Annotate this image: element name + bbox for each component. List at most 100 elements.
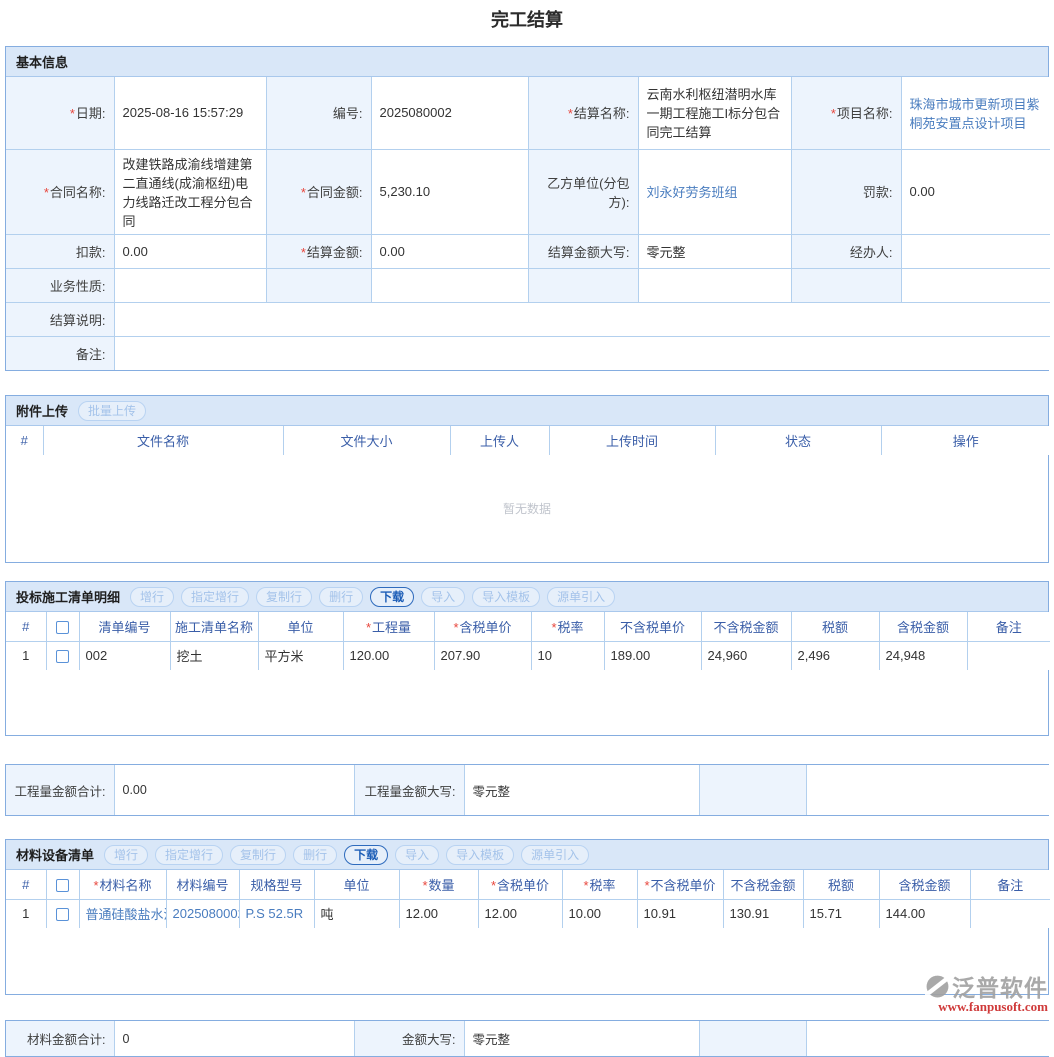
row-index: 1 xyxy=(6,641,46,670)
col-price-with-tax: *含税单价 xyxy=(478,870,562,899)
required-mark: * xyxy=(644,878,649,893)
remark-value[interactable] xyxy=(114,336,1050,370)
col-status: 状态 xyxy=(715,426,881,455)
settlement-amount-value[interactable]: 0.00 xyxy=(371,234,528,268)
add-row-button[interactable]: 增行 xyxy=(130,587,174,607)
deduction-label: 扣款: xyxy=(6,234,114,268)
section-attachments: 附件上传 批量上传 # 文件名称 文件大小 上传人 上传时间 状态 操作 暂无数… xyxy=(5,395,1049,563)
col-amount-without-tax: 不含税金额 xyxy=(723,870,803,899)
project-name-link[interactable]: 珠海市城市更新项目紫桐苑安置点设计项目 xyxy=(901,77,1050,149)
quantity-caps-value: 零元整 xyxy=(464,765,699,815)
quantity-cell[interactable]: 120.00 xyxy=(343,641,434,670)
delete-row-button[interactable]: 删行 xyxy=(293,845,337,865)
copy-row-button[interactable]: 复制行 xyxy=(256,587,312,607)
col-list-no: 清单编号 xyxy=(79,612,170,641)
contract-amount-value[interactable]: 5,230.10 xyxy=(371,149,528,234)
operator-value[interactable] xyxy=(901,234,1050,268)
party-b-label: 乙方单位(分包方): xyxy=(528,149,638,234)
quantity-cell[interactable]: 12.00 xyxy=(399,899,478,928)
business-nature-value[interactable] xyxy=(114,268,266,302)
material-code-link[interactable]: 2025080002 xyxy=(166,899,239,928)
col-index: # xyxy=(6,612,46,641)
row-index: 1 xyxy=(6,899,46,928)
operator-label: 经办人: xyxy=(791,234,901,268)
required-mark: * xyxy=(583,878,588,893)
empty-label-cell xyxy=(699,1021,806,1056)
date-label: *日期: xyxy=(6,77,114,149)
material-name-link[interactable]: 普通硅酸盐水泥 xyxy=(79,899,166,928)
tax-rate-cell[interactable]: 10.00 xyxy=(562,899,637,928)
price-with-tax-cell[interactable]: 12.00 xyxy=(478,899,562,928)
penalty-value[interactable]: 0.00 xyxy=(901,149,1050,234)
price-without-tax-cell[interactable]: 10.91 xyxy=(637,899,723,928)
col-index: # xyxy=(6,870,46,899)
select-all-checkbox[interactable] xyxy=(56,879,69,892)
batch-upload-button[interactable]: 批量上传 xyxy=(78,401,146,421)
import-template-button[interactable]: 导入模板 xyxy=(446,845,514,865)
list-name-cell[interactable]: 挖土 xyxy=(170,641,258,670)
contract-name-value[interactable]: 改建铁路成渝线增建第二直通线(成渝枢纽)电力线路迁改工程分包合同 xyxy=(114,149,266,234)
row-checkbox[interactable] xyxy=(56,650,69,663)
section-basic-info: 基本信息 *日期: 2025-08-16 15:57:29 编号: 202508… xyxy=(5,46,1049,371)
tax-rate-cell[interactable]: 10 xyxy=(531,641,604,670)
unit-cell[interactable]: 吨 xyxy=(314,899,399,928)
settlement-note-value[interactable] xyxy=(114,302,1050,336)
section-materials: 材料设备清单 增行 指定增行 复制行 删行 下载 导入 导入模板 源单引入 # … xyxy=(5,839,1049,995)
business-nature-label: 业务性质: xyxy=(6,268,114,302)
row-checkbox[interactable] xyxy=(56,908,69,921)
number-value[interactable]: 2025080002 xyxy=(371,77,528,149)
import-template-button[interactable]: 导入模板 xyxy=(472,587,540,607)
col-unit: 单位 xyxy=(258,612,343,641)
price-with-tax-cell[interactable]: 207.90 xyxy=(434,641,531,670)
materials-table: # *材料名称 材料编号 规格型号 单位 *数量 *含税单价 *税率 *不含税单… xyxy=(6,870,1050,928)
price-without-tax-cell[interactable]: 189.00 xyxy=(604,641,701,670)
table-row: 1 002 挖土 平方米 120.00 207.90 10 189.00 24,… xyxy=(6,641,1050,670)
col-tax-amount: 税额 xyxy=(803,870,879,899)
settlement-amount-label: *结算金额: xyxy=(266,234,371,268)
tax-amount-cell: 2,496 xyxy=(791,641,879,670)
add-row-button[interactable]: 增行 xyxy=(104,845,148,865)
date-value[interactable]: 2025-08-16 15:57:29 xyxy=(114,77,266,149)
remark-cell[interactable] xyxy=(970,899,1050,928)
col-actions: 操作 xyxy=(881,426,1050,455)
remark-cell[interactable] xyxy=(967,641,1050,670)
col-spec: 规格型号 xyxy=(239,870,314,899)
download-button[interactable]: 下载 xyxy=(370,587,414,607)
empty-value-cell xyxy=(638,268,791,302)
settlement-note-label: 结算说明: xyxy=(6,302,114,336)
unit-cell[interactable]: 平方米 xyxy=(258,641,343,670)
list-no-cell[interactable]: 002 xyxy=(79,641,170,670)
download-button[interactable]: 下载 xyxy=(344,845,388,865)
quantity-totals-table: 工程量金额合计: 0.00 工程量金额大写: 零元整 xyxy=(6,765,1050,815)
insert-row-button[interactable]: 指定增行 xyxy=(155,845,223,865)
source-import-button[interactable]: 源单引入 xyxy=(521,845,589,865)
insert-row-button[interactable]: 指定增行 xyxy=(181,587,249,607)
party-b-link[interactable]: 刘永好劳务班组 xyxy=(638,149,791,234)
col-list-name: 施工清单名称 xyxy=(170,612,258,641)
table-empty-area xyxy=(6,928,1048,994)
required-mark: * xyxy=(491,878,496,893)
required-mark: * xyxy=(453,620,458,635)
required-mark: * xyxy=(831,106,836,121)
material-caps-value: 零元整 xyxy=(464,1021,699,1056)
spec-link[interactable]: P.S 52.5R xyxy=(239,899,314,928)
page-title: 完工结算 xyxy=(0,0,1054,46)
quantity-caps-label: 工程量金额大写: xyxy=(354,765,464,815)
basic-info-table: *日期: 2025-08-16 15:57:29 编号: 2025080002 … xyxy=(6,77,1050,370)
contract-name-label: *合同名称: xyxy=(6,149,114,234)
col-price-without-tax: 不含税单价 xyxy=(604,612,701,641)
copy-row-button[interactable]: 复制行 xyxy=(230,845,286,865)
material-caps-label: 金额大写: xyxy=(354,1021,464,1056)
contract-amount-label: *合同金额: xyxy=(266,149,371,234)
delete-row-button[interactable]: 删行 xyxy=(319,587,363,607)
settlement-name-value[interactable]: 云南水利枢纽潜明水库一期工程施工I标分包合同完工结算 xyxy=(638,77,791,149)
section-bid-list: 投标施工清单明细 增行 指定增行 复制行 删行 下载 导入 导入模板 源单引入 … xyxy=(5,581,1049,736)
import-button[interactable]: 导入 xyxy=(421,587,465,607)
import-button[interactable]: 导入 xyxy=(395,845,439,865)
deduction-value[interactable]: 0.00 xyxy=(114,234,266,268)
select-all-checkbox[interactable] xyxy=(56,621,69,634)
col-tax-rate: *税率 xyxy=(562,870,637,899)
number-label: 编号: xyxy=(266,77,371,149)
source-import-button[interactable]: 源单引入 xyxy=(547,587,615,607)
required-mark: * xyxy=(568,106,573,121)
